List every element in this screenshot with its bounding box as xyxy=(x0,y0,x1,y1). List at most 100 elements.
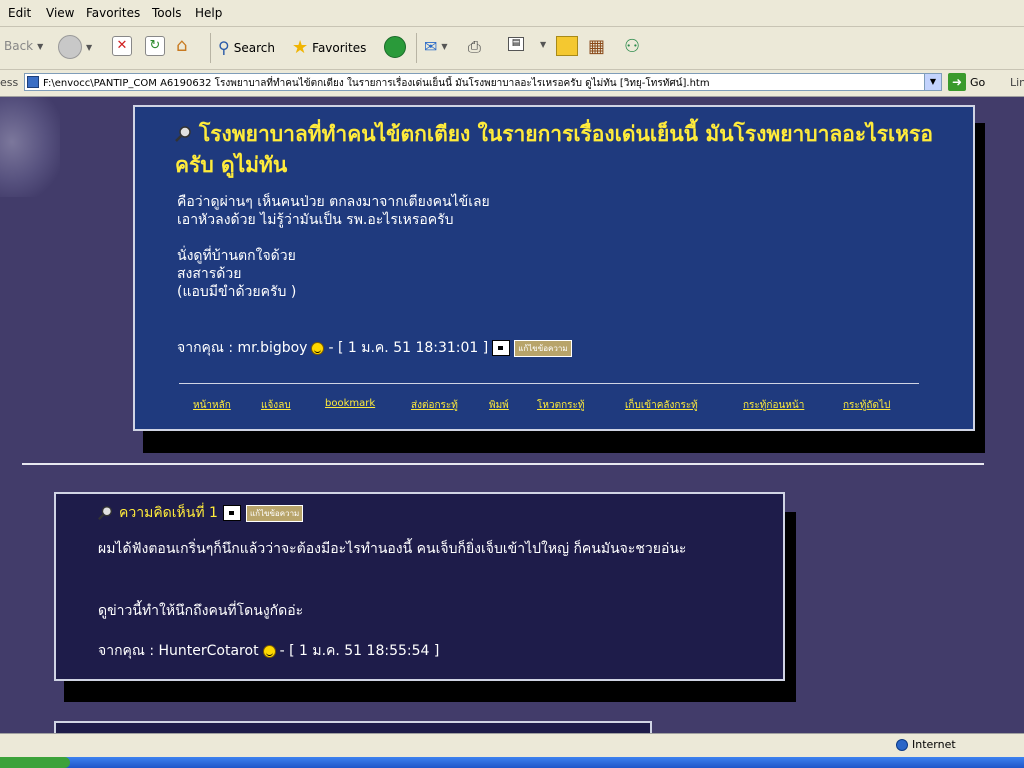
menu-tools[interactable]: Tools xyxy=(152,6,182,20)
toolbar-separator xyxy=(210,33,211,63)
address-dropdown-icon[interactable]: ▼ xyxy=(924,74,941,90)
link-next[interactable]: กระทู้ถัดไป xyxy=(843,398,890,413)
print-button[interactable]: ⎙ xyxy=(468,37,481,57)
back-dropdown-icon[interactable]: ▼ xyxy=(37,42,43,51)
page-content[interactable]: โรงพยาบาลที่ทำคนไข้ตกเตียง ในรายการเรื่อ… xyxy=(0,97,1024,733)
edit-page-button[interactable]: ▤ ▼ xyxy=(508,37,546,51)
favorites-button[interactable]: ★ Favorites xyxy=(292,37,366,58)
menu-view[interactable]: View xyxy=(46,6,74,20)
forward-dropdown-icon[interactable]: ▼ xyxy=(86,43,92,52)
toolbar-separator xyxy=(416,33,417,63)
link-archive[interactable]: เก็บเข้าคลังกระทู้ xyxy=(625,398,698,413)
history-icon xyxy=(384,36,406,58)
comment-line: ดูข่าวนี้ทำให้นึกถึงคนที่โดนงูกัดอ่ะ xyxy=(98,603,304,619)
link-bookmark[interactable]: bookmark xyxy=(325,398,375,409)
comment-line xyxy=(98,576,686,594)
folder-icon xyxy=(556,36,578,56)
history-button[interactable] xyxy=(384,36,406,58)
stop-button[interactable]: ✕ xyxy=(112,36,132,56)
comment-author: จากคุณ : HunterCotarot - [ 1 ม.ค. 51 18:… xyxy=(98,640,439,662)
post-card: โรงพยาบาลที่ทำคนไข้ตกเตียง ในรายการเรื่อ… xyxy=(133,105,975,431)
browser-window: Edit View Favorites Tools Help Back ▼ ▼ … xyxy=(0,0,1024,768)
comment-title: ความคิดเห็นที่ 1 xyxy=(119,505,218,521)
link-vote[interactable]: โหวตกระทู้ xyxy=(537,398,584,413)
links-label[interactable]: Lin xyxy=(1010,76,1024,89)
post-author-name: จากคุณ : mr.bigboy xyxy=(177,340,308,356)
search-button[interactable]: ⚲ Search xyxy=(218,38,275,57)
link-print[interactable]: พิมพ์ xyxy=(489,398,509,413)
refresh-button[interactable]: ↻ xyxy=(145,36,165,56)
edit-page-icon: ▤ xyxy=(508,37,524,51)
toolbar: Back ▼ ▼ ✕ ↻ ⌂ ⚲ Search ★ Favorites ✉ ▼ … xyxy=(0,27,1024,70)
mail-dropdown-icon[interactable]: ▼ xyxy=(441,42,447,51)
research-button[interactable]: ▦ xyxy=(588,36,605,57)
link-report[interactable]: แจ้งลบ xyxy=(261,398,291,413)
search-icon: ⚲ xyxy=(218,38,230,57)
page-icon xyxy=(27,76,39,88)
refresh-icon: ↻ xyxy=(145,36,165,56)
smiley-icon xyxy=(262,644,276,658)
link-home[interactable]: หน้าหลัก xyxy=(193,398,231,413)
security-zone: Internet xyxy=(896,738,956,751)
forward-arrow-icon xyxy=(58,35,82,59)
magnifier-icon xyxy=(175,126,191,142)
link-forward[interactable]: ส่งต่อกระทู้ xyxy=(411,398,458,413)
comment-line xyxy=(98,558,686,576)
research-icon: ▦ xyxy=(588,36,606,57)
comment-edit-button[interactable]: แก้ไขข้อความ xyxy=(245,504,304,522)
menu-help[interactable]: Help xyxy=(195,6,222,20)
stop-icon: ✕ xyxy=(112,36,132,56)
post-line: (แอบมีขำด้วยครับ ) xyxy=(177,284,297,300)
mail-icon: ✉ xyxy=(424,37,438,56)
taskbar xyxy=(0,757,1024,768)
discuss-button[interactable] xyxy=(556,36,578,56)
go-button[interactable]: ➜ Go xyxy=(948,73,985,91)
smiley-icon xyxy=(311,341,325,355)
post-line: เอาหัวลงด้วย ไม่รู้ว่ามันเป็น รพ.อะไรเหร… xyxy=(177,212,454,228)
back-button[interactable]: Back ▼ xyxy=(4,39,43,53)
favorites-label: Favorites xyxy=(312,40,367,55)
globe-icon xyxy=(896,738,908,751)
menu-edit[interactable]: Edit xyxy=(8,6,31,20)
post-title-text: โรงพยาบาลที่ทำคนไข้ตกเตียง ในรายการเรื่อ… xyxy=(175,122,933,177)
address-value: F:\envocc\PANTIP_COM A6190632 โรงพยาบาลท… xyxy=(43,78,710,89)
comment-body: ผมได้ฟังตอนเกริ่นๆก็นึกแล้วว่าจะต้องมีอะ… xyxy=(98,540,686,620)
post-author: จากคุณ : mr.bigboy - [ 1 ม.ค. 51 18:31:0… xyxy=(177,337,572,359)
go-label: Go xyxy=(970,75,986,89)
background-figure xyxy=(0,97,60,197)
back-label: Back xyxy=(4,39,34,53)
comment-timestamp: - [ 1 ม.ค. 51 18:55:54 ] xyxy=(279,643,440,659)
edit-dropdown-icon[interactable]: ▼ xyxy=(540,40,546,49)
printer-icon: ⎙ xyxy=(468,37,481,56)
post-line: นั่งดูที่บ้านตกใจด้วย xyxy=(177,248,296,264)
comment-card: ความคิดเห็นที่ 1 แก้ไขข้อความ ผมได้ฟังตอ… xyxy=(54,492,785,681)
go-arrow-icon: ➜ xyxy=(948,73,966,91)
address-input[interactable]: F:\envocc\PANTIP_COM A6190632 โรงพยาบาลท… xyxy=(24,73,942,91)
star-icon: ★ xyxy=(292,37,309,58)
post-edit-button[interactable]: แก้ไขข้อความ xyxy=(514,339,572,357)
link-previous[interactable]: กระทู้ก่อนหน้า xyxy=(743,398,804,413)
post-divider xyxy=(179,383,919,384)
address-label: ess xyxy=(0,76,19,89)
home-button[interactable]: ⌂ xyxy=(176,35,187,56)
comment-author-name: จากคุณ : HunterCotarot xyxy=(98,643,259,659)
zone-label: Internet xyxy=(912,738,956,751)
comment-card-next xyxy=(54,721,652,733)
post-body: คือว่าดูผ่านๆ เห็นคนป่วย ตกลงมาจากเตียงค… xyxy=(177,193,490,301)
forward-button[interactable]: ▼ xyxy=(58,35,92,59)
post-timestamp: - [ 1 ม.ค. 51 18:31:01 ] xyxy=(328,340,489,356)
messenger-icon: ⚇ xyxy=(624,36,641,57)
comment-line: ผมได้ฟังตอนเกริ่นๆก็นึกแล้วว่าจะต้องมีอะ… xyxy=(98,541,687,557)
address-bar: ess F:\envocc\PANTIP_COM A6190632 โรงพยา… xyxy=(0,70,1024,97)
page-divider xyxy=(22,463,984,465)
mail-button[interactable]: ✉ ▼ xyxy=(424,37,448,56)
search-label: Search xyxy=(233,40,275,55)
menu-favorites[interactable]: Favorites xyxy=(86,6,140,20)
post-action-button[interactable] xyxy=(492,340,511,356)
start-button[interactable] xyxy=(0,757,70,768)
post-line: สงสารด้วย xyxy=(177,266,242,282)
messenger-button[interactable]: ⚇ xyxy=(624,36,640,57)
comment-action-button[interactable] xyxy=(222,505,241,521)
status-bar: Internet xyxy=(0,733,1024,758)
post-line: คือว่าดูผ่านๆ เห็นคนป่วย ตกลงมาจากเตียงค… xyxy=(177,194,490,210)
